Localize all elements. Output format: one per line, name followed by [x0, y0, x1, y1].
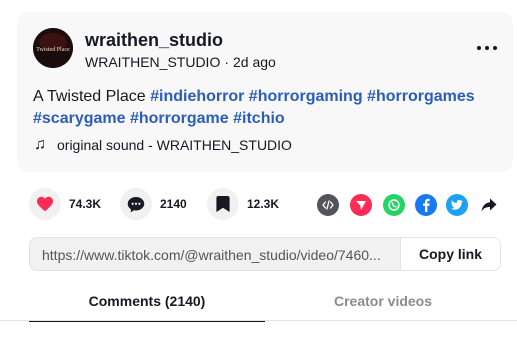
share-arrow-glyph — [481, 198, 497, 212]
tab-comments[interactable]: Comments (2140) — [29, 288, 265, 322]
video-link-url[interactable]: https://www.tiktok.com/@wraithen_studio/… — [42, 247, 404, 263]
facebook-glyph — [423, 198, 430, 212]
hashtag-link[interactable]: #horrorgames — [367, 88, 475, 105]
caption-text: A Twisted Place — [33, 88, 151, 105]
music-label: original sound - WRAITHEN_STUDIO — [57, 137, 292, 153]
save-circle — [207, 188, 239, 220]
share-arrow-icon[interactable] — [478, 194, 500, 216]
music-note-icon: ♫ — [34, 136, 46, 153]
save-button[interactable]: 12.3K — [207, 188, 279, 220]
tab-bar: Comments (2140) Creator videos — [29, 288, 501, 322]
dot-icon — [493, 46, 497, 50]
comment-icon — [127, 196, 145, 212]
send-icon[interactable] — [350, 194, 372, 216]
more-options-button[interactable] — [475, 38, 499, 58]
avatar[interactable]: Twisted Place — [33, 28, 73, 68]
hashtag-link[interactable]: #horrorgame — [130, 110, 229, 127]
avatar-image: Twisted Place — [33, 28, 73, 68]
tabs-divider — [0, 320, 517, 321]
hashtag-link[interactable]: #horrorgaming — [249, 88, 363, 105]
heart-icon — [37, 196, 53, 212]
embed-glyph — [322, 200, 334, 210]
author-handle: WRAITHEN_STUDIO — [85, 54, 221, 70]
author-name[interactable]: wraithen_studio — [85, 30, 223, 51]
twitter-glyph — [451, 200, 463, 210]
hashtag-link[interactable]: #scarygame — [33, 110, 126, 127]
action-bar: 74.3K 2140 12.3K — [29, 188, 501, 224]
dot-icon — [485, 46, 489, 50]
post-card: Twisted Place wraithen_studio WRAITHEN_S… — [17, 12, 513, 172]
send-glyph — [356, 201, 366, 210]
facebook-icon[interactable] — [415, 194, 437, 216]
save-count: 12.3K — [247, 197, 280, 211]
dot-icon — [477, 46, 481, 50]
hashtag-link[interactable]: #itchio — [233, 110, 285, 127]
whatsapp-icon[interactable] — [383, 194, 405, 216]
comment-button[interactable]: 2140 — [120, 188, 187, 220]
post-caption: A Twisted Place #indiehorror #horrorgami… — [33, 86, 493, 130]
tab-creator-videos[interactable]: Creator videos — [265, 288, 501, 322]
music-link[interactable]: ♫ original sound - WRAITHEN_STUDIO — [33, 136, 292, 154]
whatsapp-glyph — [388, 199, 400, 211]
embed-icon[interactable] — [317, 194, 339, 216]
copy-link-button[interactable]: Copy link — [400, 238, 500, 270]
like-count: 74.3K — [69, 197, 102, 211]
author-meta: WRAITHEN_STUDIO · 2d ago — [85, 54, 276, 70]
post-time: 2d ago — [233, 54, 276, 70]
like-circle — [29, 188, 61, 220]
avatar-text: Twisted Place — [36, 47, 70, 53]
video-link-box: https://www.tiktok.com/@wraithen_studio/… — [29, 237, 501, 271]
meta-separator: · — [224, 54, 230, 70]
bookmark-icon — [216, 196, 230, 212]
hashtag-link[interactable]: #indiehorror — [150, 88, 244, 105]
twitter-icon[interactable] — [446, 194, 468, 216]
like-button[interactable]: 74.3K — [29, 188, 101, 220]
comment-count: 2140 — [160, 197, 187, 211]
comment-circle — [120, 188, 152, 220]
